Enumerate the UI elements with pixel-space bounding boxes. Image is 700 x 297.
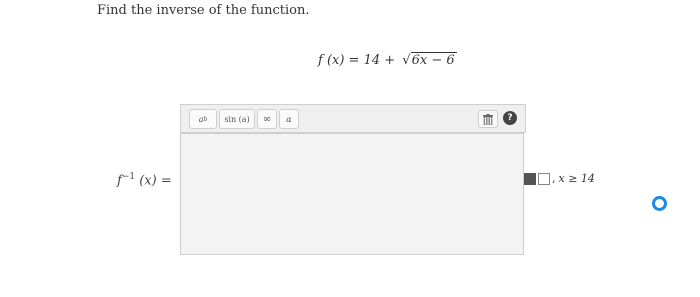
given-function: f (x) = 14 + √6x − 6 [318,52,457,68]
math-toolbar: ab sin (a) ∞ α ? [180,104,526,133]
sqrt-symbol: √ [402,53,411,68]
inverse-exponent: −1 [121,172,136,182]
trash-icon[interactable] [478,110,498,128]
power-exponent: b [203,115,208,123]
help-icon[interactable]: ? [503,111,517,125]
placeholder-box-icon[interactable] [524,172,536,185]
alpha-button[interactable]: α [279,109,299,129]
answer-input[interactable] [180,133,524,255]
power-button[interactable]: ab [189,109,217,129]
inverse-arg: (x) = [135,173,172,189]
domain-restriction: , x ≥ 14 [524,172,595,185]
domain-separator: , [552,172,556,185]
radio-button[interactable] [652,196,667,211]
placeholder-box-icon[interactable] [538,172,550,185]
question-prompt: Find the inverse of the function. [97,3,310,18]
infinity-button[interactable]: ∞ [257,109,277,129]
sin-button[interactable]: sin (a) [219,109,255,129]
function-lhs: f (x) = 14 + [318,53,396,68]
radicand: 6x − 6 [410,52,457,68]
domain-condition: x ≥ 14 [558,172,595,185]
inverse-label: f−1 (x) = [117,172,172,188]
